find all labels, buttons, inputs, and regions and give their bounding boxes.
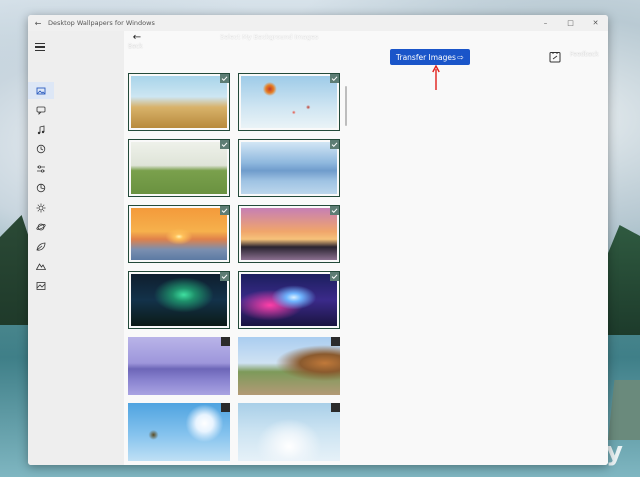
checkbox-checked-icon[interactable] [330, 206, 339, 215]
back-arrow-icon[interactable]: ← [129, 33, 145, 43]
thumbnail-cosmic-planet[interactable] [238, 271, 340, 329]
checkbox-checked-icon[interactable] [220, 206, 229, 215]
transfer-images-label: Transfer Images [396, 52, 456, 62]
thumbnail-hot-air-balloons[interactable] [238, 73, 340, 131]
nav-item-settings[interactable] [28, 159, 124, 179]
nav-item-mountain[interactable] [28, 257, 124, 277]
minimize-button[interactable]: – [533, 19, 558, 27]
image-icon [36, 87, 46, 95]
checkbox-unchecked-icon[interactable] [331, 403, 340, 412]
nav-item-music[interactable] [28, 120, 124, 140]
nav-item-images[interactable] [28, 81, 124, 101]
thumbnail-city-skyline-sunset[interactable] [238, 205, 340, 263]
thumbnail-autumn-road[interactable] [238, 337, 340, 395]
feedback-icon[interactable] [549, 51, 561, 63]
annotation-red-arrow [432, 65, 440, 90]
title-bar: ← Desktop Wallpapers for Windows – □ ✕ [28, 15, 608, 31]
hamburger-menu-icon[interactable] [35, 41, 45, 51]
thumbnail-misty-mountains[interactable] [238, 139, 340, 197]
titlebar-back-icon[interactable]: ← [28, 19, 48, 28]
settings-sliders-icon [37, 165, 45, 173]
app-content: ← Back Select My Background Images Trans… [28, 31, 608, 465]
app-window: ← Desktop Wallpapers for Windows – □ ✕ ←… [28, 15, 608, 465]
thumbnail-purple-lake[interactable] [128, 337, 230, 395]
thumbnail-aurora[interactable] [128, 271, 230, 329]
sun-icon [36, 203, 46, 213]
checkbox-checked-icon[interactable] [330, 140, 339, 149]
nav-item-leaf[interactable] [28, 237, 124, 257]
vertical-scrollbar[interactable] [345, 86, 347, 126]
nav-item-sun[interactable] [28, 198, 124, 218]
chat-icon [36, 106, 46, 116]
nav-item-chart[interactable] [28, 179, 124, 199]
checkbox-unchecked-icon[interactable] [221, 403, 230, 412]
thumbnail-sky-clouds[interactable] [238, 403, 340, 461]
leaf-icon [36, 242, 46, 251]
mountain-icon [36, 263, 46, 271]
checkbox-checked-icon[interactable] [220, 74, 229, 83]
back-label[interactable]: Back [128, 43, 143, 50]
sidebar [28, 31, 124, 465]
checkbox-unchecked-icon[interactable] [221, 337, 230, 346]
nav-item-chat[interactable] [28, 101, 124, 121]
checkbox-checked-icon[interactable] [220, 140, 229, 149]
page-title: Select My Background Images [220, 33, 319, 41]
chart-icon [36, 184, 46, 193]
checkbox-checked-icon[interactable] [220, 272, 229, 281]
checkbox-checked-icon[interactable] [330, 272, 339, 281]
clock-icon [36, 145, 46, 154]
nav-item-clock[interactable] [28, 140, 124, 160]
transfer-images-button[interactable]: Transfer Images ⇨ [390, 49, 470, 65]
feedback-label[interactable]: Feedback [570, 51, 599, 58]
nav-item-planet[interactable] [28, 218, 124, 238]
planet-icon [36, 223, 46, 231]
window-title: Desktop Wallpapers for Windows [48, 19, 155, 27]
maximize-button[interactable]: □ [558, 19, 583, 27]
nav-item-landscape[interactable] [28, 276, 124, 296]
transfer-arrow-icon: ⇨ [457, 52, 464, 62]
thumbnail-countryside-road[interactable] [128, 139, 230, 197]
main-panel: ← Back Select My Background Images Trans… [124, 31, 608, 465]
checkbox-checked-icon[interactable] [330, 74, 339, 83]
landscape-icon [36, 281, 46, 290]
music-icon [37, 125, 45, 134]
thumbnail-blue-sky-plane[interactable] [128, 403, 230, 461]
close-button[interactable]: ✕ [583, 19, 608, 27]
sidebar-nav [28, 81, 124, 296]
thumbnail-ocean-sunset[interactable] [128, 205, 230, 263]
thumbnail-wheat-field[interactable] [128, 73, 230, 131]
checkbox-unchecked-icon[interactable] [331, 337, 340, 346]
